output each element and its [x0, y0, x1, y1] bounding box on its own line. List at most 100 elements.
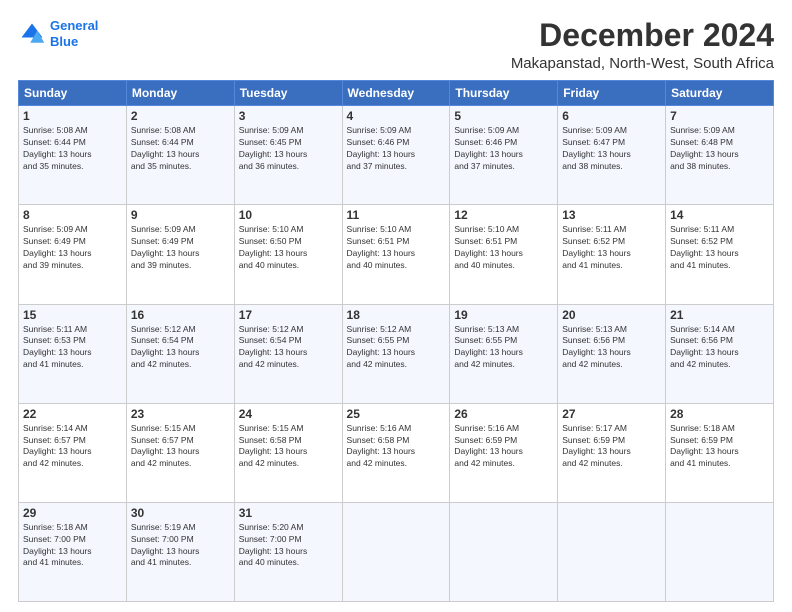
page: General Blue December 2024 Makapanstad, …: [0, 0, 792, 612]
weekday-header-wednesday: Wednesday: [342, 81, 450, 106]
calendar-cell: 23 Sunrise: 5:15 AM Sunset: 6:57 PM Dayli…: [126, 403, 234, 502]
header: General Blue December 2024 Makapanstad, …: [18, 18, 774, 72]
day-info: Sunrise: 5:09 AM Sunset: 6:49 PM Dayligh…: [23, 224, 122, 272]
day-number: 3: [239, 109, 338, 123]
calendar-cell: [666, 502, 774, 601]
calendar-cell: 25Sunrise: 5:16 AM Sunset: 6:58 PM Dayli…: [342, 403, 450, 502]
title-block: December 2024 Makapanstad, North-West, S…: [511, 18, 774, 72]
day-info: Sunrise: 5:10 AM Sunset: 6:51 PM Dayligh…: [347, 224, 446, 272]
calendar-cell: 10 Sunrise: 5:10 AM Sunset: 6:50 PM Dayli…: [234, 205, 342, 304]
day-number: 26: [454, 407, 553, 421]
calendar-table: SundayMondayTuesdayWednesdayThursdayFrid…: [18, 80, 774, 602]
day-info: Sunrise: 5:08 AM Sunset: 6:44 PM Dayligh…: [23, 125, 122, 173]
day-info: Sunrise: 5:17 AM Sunset: 6:59 PM Dayligh…: [562, 423, 661, 471]
day-info: Sunrise: 5:11 AM Sunset: 6:52 PM Dayligh…: [562, 224, 661, 272]
logo-icon: [18, 20, 46, 48]
day-number: 29: [23, 506, 122, 520]
day-number: 17: [239, 308, 338, 322]
calendar-cell: 24 Sunrise: 5:15 AM Sunset: 6:58 PM Dayli…: [234, 403, 342, 502]
weekday-header-monday: Monday: [126, 81, 234, 106]
day-info: Sunrise: 5:09 AM Sunset: 6:46 PM Dayligh…: [347, 125, 446, 173]
calendar-cell: 19 Sunrise: 5:13 AM Sunset: 6:55 PM Dayli…: [450, 304, 558, 403]
day-number: 19: [454, 308, 553, 322]
calendar-cell: 15 Sunrise: 5:11 AM Sunset: 6:53 PM Dayli…: [19, 304, 127, 403]
calendar-cell: 11 Sunrise: 5:10 AM Sunset: 6:51 PM Dayli…: [342, 205, 450, 304]
day-number: 11: [347, 208, 446, 222]
calendar-cell: 2Sunrise: 5:08 AM Sunset: 6:44 PM Daylig…: [126, 106, 234, 205]
day-info: Sunrise: 5:16 AM Sunset: 6:59 PM Dayligh…: [454, 423, 553, 471]
calendar-cell: 28 Sunrise: 5:18 AM Sunset: 6:59 PM Dayli…: [666, 403, 774, 502]
calendar-cell: 27 Sunrise: 5:17 AM Sunset: 6:59 PM Dayli…: [558, 403, 666, 502]
calendar-cell: 5Sunrise: 5:09 AM Sunset: 6:46 PM Daylig…: [450, 106, 558, 205]
day-number: 23: [131, 407, 230, 421]
day-info: Sunrise: 5:10 AM Sunset: 6:50 PM Dayligh…: [239, 224, 338, 272]
day-info: Sunrise: 5:15 AM Sunset: 6:57 PM Dayligh…: [131, 423, 230, 471]
day-info: Sunrise: 5:19 AM Sunset: 7:00 PM Dayligh…: [131, 522, 230, 570]
calendar-week-row: 1Sunrise: 5:08 AM Sunset: 6:44 PM Daylig…: [19, 106, 774, 205]
day-number: 16: [131, 308, 230, 322]
calendar-cell: 21 Sunrise: 5:14 AM Sunset: 6:56 PM Dayli…: [666, 304, 774, 403]
calendar-cell: 1Sunrise: 5:08 AM Sunset: 6:44 PM Daylig…: [19, 106, 127, 205]
weekday-header-friday: Friday: [558, 81, 666, 106]
logo-text: General Blue: [50, 18, 98, 49]
day-number: 18: [347, 308, 446, 322]
calendar-cell: 20Sunrise: 5:13 AM Sunset: 6:56 PM Dayli…: [558, 304, 666, 403]
day-info: Sunrise: 5:16 AM Sunset: 6:58 PM Dayligh…: [347, 423, 446, 471]
calendar-week-row: 8 Sunrise: 5:09 AM Sunset: 6:49 PM Daylig…: [19, 205, 774, 304]
day-number: 13: [562, 208, 661, 222]
day-number: 8: [23, 208, 122, 222]
day-info: Sunrise: 5:09 AM Sunset: 6:49 PM Dayligh…: [131, 224, 230, 272]
calendar-week-row: 22Sunrise: 5:14 AM Sunset: 6:57 PM Dayli…: [19, 403, 774, 502]
day-info: Sunrise: 5:12 AM Sunset: 6:54 PM Dayligh…: [239, 324, 338, 372]
calendar-cell: 30 Sunrise: 5:19 AM Sunset: 7:00 PM Dayli…: [126, 502, 234, 601]
weekday-header-saturday: Saturday: [666, 81, 774, 106]
day-info: Sunrise: 5:15 AM Sunset: 6:58 PM Dayligh…: [239, 423, 338, 471]
day-info: Sunrise: 5:10 AM Sunset: 6:51 PM Dayligh…: [454, 224, 553, 272]
weekday-header-row: SundayMondayTuesdayWednesdayThursdayFrid…: [19, 81, 774, 106]
day-number: 14: [670, 208, 769, 222]
calendar-cell: 29Sunrise: 5:18 AM Sunset: 7:00 PM Dayli…: [19, 502, 127, 601]
day-number: 10: [239, 208, 338, 222]
day-info: Sunrise: 5:12 AM Sunset: 6:55 PM Dayligh…: [347, 324, 446, 372]
day-number: 30: [131, 506, 230, 520]
calendar-week-row: 15 Sunrise: 5:11 AM Sunset: 6:53 PM Dayli…: [19, 304, 774, 403]
weekday-header-sunday: Sunday: [19, 81, 127, 106]
day-info: Sunrise: 5:14 AM Sunset: 6:56 PM Dayligh…: [670, 324, 769, 372]
day-info: Sunrise: 5:18 AM Sunset: 6:59 PM Dayligh…: [670, 423, 769, 471]
calendar-cell: 26 Sunrise: 5:16 AM Sunset: 6:59 PM Dayli…: [450, 403, 558, 502]
day-number: 4: [347, 109, 446, 123]
weekday-header-tuesday: Tuesday: [234, 81, 342, 106]
day-number: 21: [670, 308, 769, 322]
day-number: 2: [131, 109, 230, 123]
calendar-cell: 8 Sunrise: 5:09 AM Sunset: 6:49 PM Daylig…: [19, 205, 127, 304]
day-number: 12: [454, 208, 553, 222]
calendar-cell: 18 Sunrise: 5:12 AM Sunset: 6:55 PM Dayli…: [342, 304, 450, 403]
day-number: 6: [562, 109, 661, 123]
day-number: 27: [562, 407, 661, 421]
calendar-cell: 6Sunrise: 5:09 AM Sunset: 6:47 PM Daylig…: [558, 106, 666, 205]
day-number: 24: [239, 407, 338, 421]
day-number: 28: [670, 407, 769, 421]
day-info: Sunrise: 5:12 AM Sunset: 6:54 PM Dayligh…: [131, 324, 230, 372]
calendar-cell: 9 Sunrise: 5:09 AM Sunset: 6:49 PM Daylig…: [126, 205, 234, 304]
day-info: Sunrise: 5:11 AM Sunset: 6:52 PM Dayligh…: [670, 224, 769, 272]
day-info: Sunrise: 5:13 AM Sunset: 6:55 PM Dayligh…: [454, 324, 553, 372]
day-info: Sunrise: 5:11 AM Sunset: 6:53 PM Dayligh…: [23, 324, 122, 372]
calendar-cell: 3 Sunrise: 5:09 AM Sunset: 6:45 PM Daylig…: [234, 106, 342, 205]
day-info: Sunrise: 5:13 AM Sunset: 6:56 PM Dayligh…: [562, 324, 661, 372]
day-number: 31: [239, 506, 338, 520]
calendar-week-row: 29Sunrise: 5:18 AM Sunset: 7:00 PM Dayli…: [19, 502, 774, 601]
calendar-cell: [558, 502, 666, 601]
calendar-cell: [342, 502, 450, 601]
day-info: Sunrise: 5:09 AM Sunset: 6:45 PM Dayligh…: [239, 125, 338, 173]
calendar-cell: 31Sunrise: 5:20 AM Sunset: 7:00 PM Dayli…: [234, 502, 342, 601]
calendar-cell: 17 Sunrise: 5:12 AM Sunset: 6:54 PM Dayli…: [234, 304, 342, 403]
day-number: 15: [23, 308, 122, 322]
day-info: Sunrise: 5:14 AM Sunset: 6:57 PM Dayligh…: [23, 423, 122, 471]
calendar-cell: [450, 502, 558, 601]
day-info: Sunrise: 5:09 AM Sunset: 6:48 PM Dayligh…: [670, 125, 769, 173]
logo: General Blue: [18, 18, 98, 49]
day-number: 9: [131, 208, 230, 222]
calendar-cell: 16 Sunrise: 5:12 AM Sunset: 6:54 PM Dayli…: [126, 304, 234, 403]
weekday-header-thursday: Thursday: [450, 81, 558, 106]
